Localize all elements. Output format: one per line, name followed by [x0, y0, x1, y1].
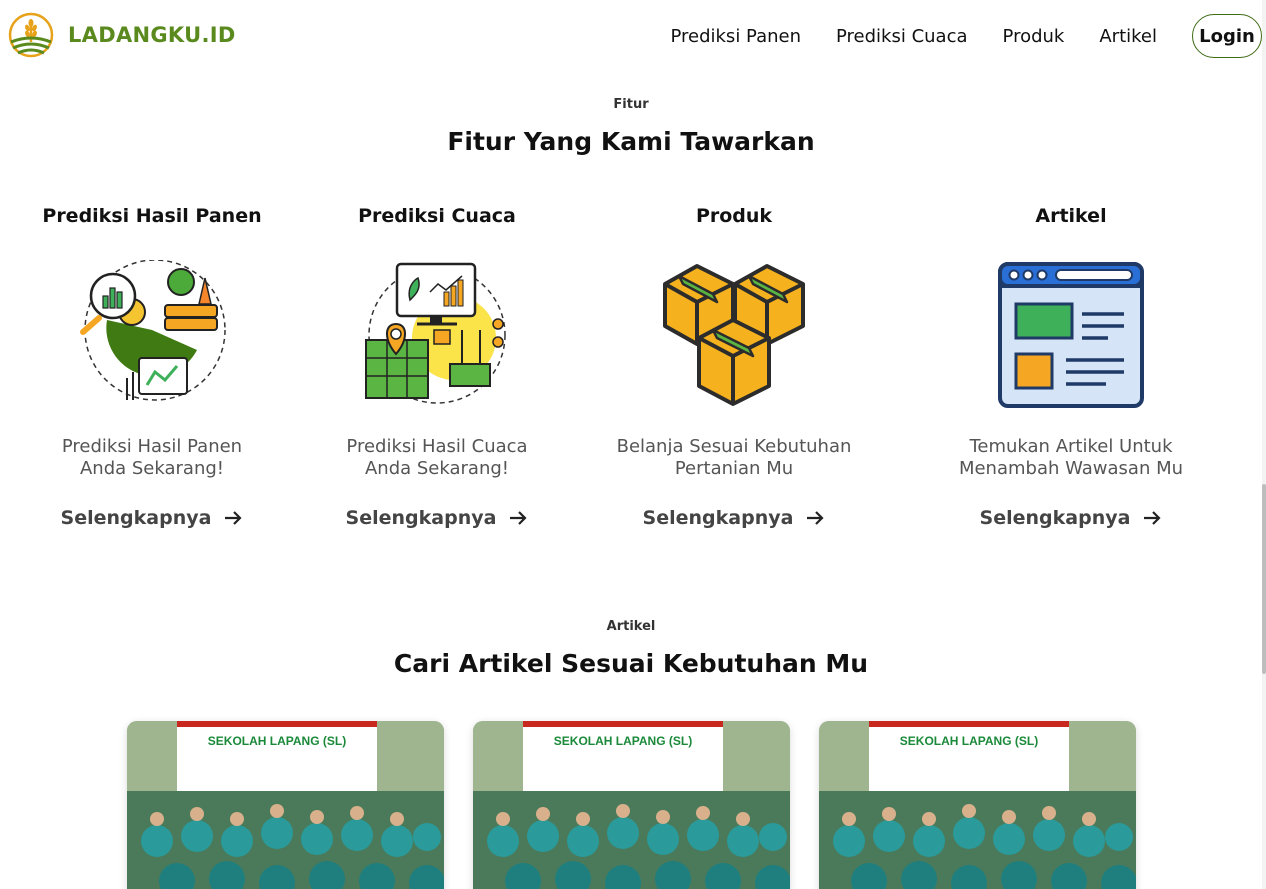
feature-more-link[interactable]: Selengkapnya — [980, 507, 1163, 529]
scrollbar-thumb[interactable] — [1262, 484, 1266, 674]
features-eyebrow: Fitur — [613, 97, 649, 112]
nav-artikel[interactable]: Artikel — [1099, 26, 1157, 47]
brand-name: LADANGKU.ID — [68, 23, 236, 47]
feature-card-articles: Artikel Temukan Artikel Untuk Menambah W… — [936, 205, 1206, 529]
feature-description: Temukan Artikel Untuk Menambah Wawasan M… — [958, 436, 1184, 479]
main-nav: Prediksi Panen Prediksi Cuaca Produk Art… — [670, 14, 1262, 58]
feature-title: Prediksi Cuaca — [358, 205, 516, 227]
feature-description: Belanja Sesuai Kebutuhan Pertanian Mu — [616, 436, 852, 479]
feature-card-harvest: Prediksi Hasil Panen Prediksi Hasil Pane… — [27, 205, 277, 529]
feature-description: Prediksi Hasil Cuaca Anda Sekarang! — [346, 436, 528, 479]
article-window-icon — [998, 262, 1144, 408]
login-button[interactable]: Login — [1192, 14, 1262, 58]
feature-more-label: Selengkapnya — [979, 507, 1131, 529]
feature-title: Artikel — [1035, 205, 1107, 227]
brand-logo[interactable]: LADANGKU.ID — [8, 12, 236, 58]
feature-more-label: Selengkapnya — [345, 507, 497, 529]
feature-more-link[interactable]: Selengkapnya — [61, 507, 244, 529]
feature-more-label: Selengkapnya — [642, 507, 794, 529]
feature-description: Prediksi Hasil Panen Anda Sekarang! — [61, 436, 243, 479]
arrow-right-icon — [1144, 511, 1161, 525]
scrollbar[interactable] — [1262, 0, 1266, 889]
feature-more-label: Selengkapnya — [60, 507, 212, 529]
articles-title: Cari Artikel Sesuai Kebutuhan Mu — [393, 649, 869, 678]
feature-card-weather: Prediksi Cuaca Prediksi Hasil Cuaca Anda… — [312, 205, 562, 529]
article-thumbnail-image: SEKOLAH LAPANG (SL) — [819, 721, 1136, 889]
wheat-field-logo-icon — [8, 12, 54, 58]
article-card[interactable]: SEKOLAH LAPANG (SL) — [819, 721, 1136, 889]
boxes-icon — [663, 264, 805, 406]
nav-prediksi-cuaca[interactable]: Prediksi Cuaca — [836, 26, 968, 47]
arrow-right-icon — [510, 511, 527, 525]
article-card[interactable]: SEKOLAH LAPANG (SL) — [127, 721, 444, 889]
feature-title: Produk — [695, 205, 773, 227]
features-title: Fitur Yang Kami Tawarkan — [447, 127, 815, 156]
article-card[interactable]: SEKOLAH LAPANG (SL) — [473, 721, 790, 889]
feature-title: Prediksi Hasil Panen — [42, 205, 262, 227]
feature-more-link[interactable]: Selengkapnya — [643, 507, 826, 529]
article-thumbnail-image: SEKOLAH LAPANG (SL) — [127, 721, 444, 889]
weather-prediction-icon — [365, 262, 506, 404]
feature-more-link[interactable]: Selengkapnya — [346, 507, 529, 529]
harvest-prediction-icon — [80, 259, 226, 401]
article-thumbnail-image: SEKOLAH LAPANG (SL) — [473, 721, 790, 889]
nav-produk[interactable]: Produk — [1003, 26, 1065, 47]
feature-card-products: Produk Belanja Sesuai Kebutuhan Pertania… — [599, 205, 869, 529]
site-header: LADANGKU.ID Prediksi Panen Prediksi Cuac… — [0, 0, 1266, 76]
arrow-right-icon — [225, 511, 242, 525]
article-banner-title: SEKOLAH LAPANG (SL) — [208, 734, 346, 748]
article-banner-title: SEKOLAH LAPANG (SL) — [900, 734, 1038, 748]
article-banner-title: SEKOLAH LAPANG (SL) — [554, 734, 692, 748]
nav-prediksi-panen[interactable]: Prediksi Panen — [670, 26, 801, 47]
arrow-right-icon — [807, 511, 824, 525]
articles-eyebrow: Artikel — [606, 619, 656, 634]
